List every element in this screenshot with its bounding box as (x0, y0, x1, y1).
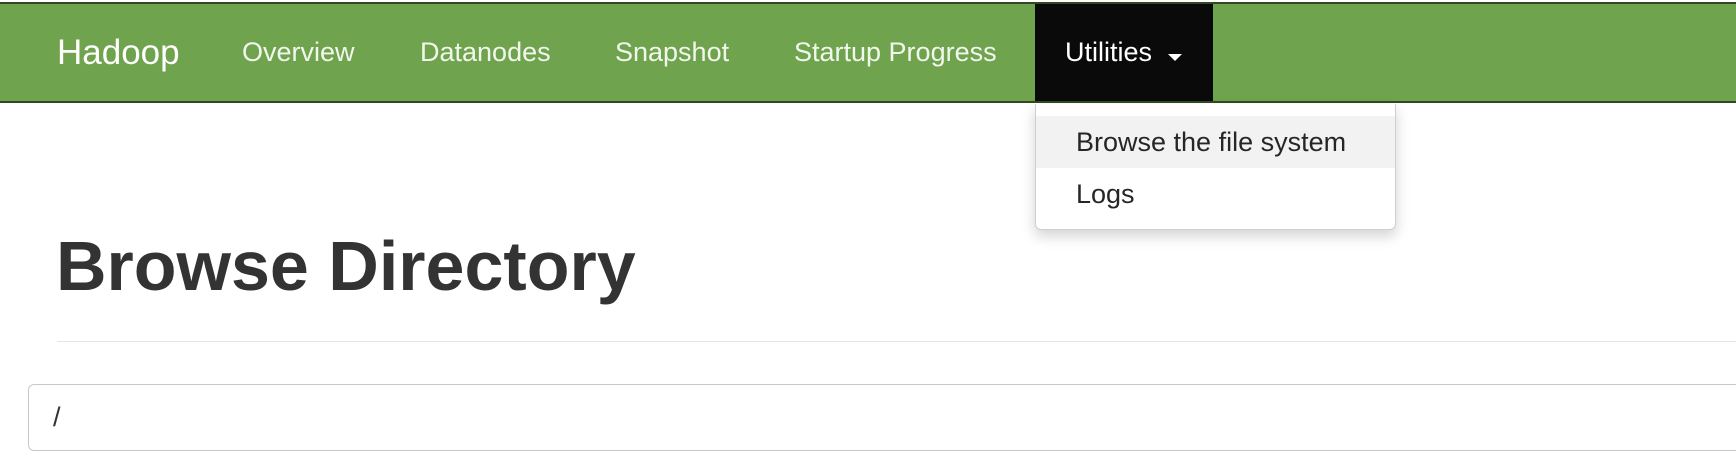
nav-snapshot-link[interactable]: Snapshot (615, 4, 729, 101)
nav-overview-link[interactable]: Overview (242, 4, 355, 101)
menu-item-browse-file-system[interactable]: Browse the file system (1036, 116, 1395, 168)
nav-utilities-label: Utilities (1065, 37, 1153, 67)
caret-down-icon (1168, 54, 1182, 61)
nav-startup-progress-link[interactable]: Startup Progress (794, 4, 997, 101)
menu-item-logs[interactable]: Logs (1036, 168, 1395, 220)
utilities-dropdown-menu: Browse the file system Logs (1035, 104, 1396, 230)
nav-utilities-dropdown-toggle[interactable]: Utilities (1035, 4, 1213, 101)
nav-datanodes-link[interactable]: Datanodes (420, 4, 551, 101)
top-navbar: Hadoop Overview Datanodes Snapshot Start… (0, 2, 1736, 103)
brand-link[interactable]: Hadoop (57, 4, 180, 101)
directory-path-input[interactable] (28, 384, 1736, 451)
page-title: Browse Directory (56, 227, 636, 305)
title-divider (57, 341, 1736, 342)
